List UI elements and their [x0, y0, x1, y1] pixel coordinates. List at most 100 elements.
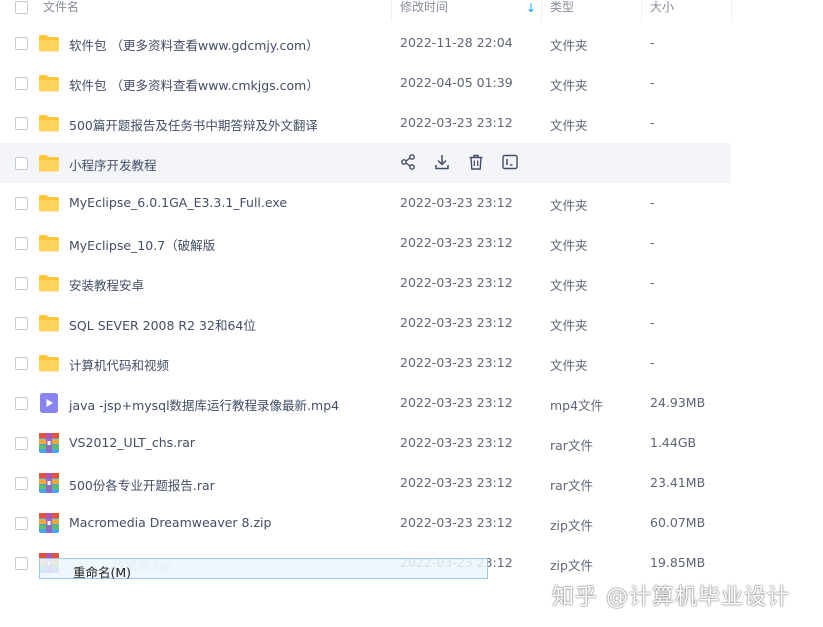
file-row[interactable]: 计算机代码和视频 2022-03-23 23:12 文件夹 -: [0, 343, 823, 383]
file-name[interactable]: 500篇开题报告及任务书中期答辩及外文翻译: [69, 115, 318, 134]
folder-icon: [39, 355, 59, 372]
modified-time: 2022-03-23 23:12: [400, 275, 513, 290]
file-row[interactable]: 500份各专业开题报告.rar 2022-03-23 23:12 rar文件 23.4…: [0, 463, 823, 503]
file-row[interactable]: 安装教程安卓 2022-03-23 23:12 文件夹 -: [0, 263, 823, 303]
row-checkbox[interactable]: [15, 477, 28, 490]
file-type: 文件夹: [550, 38, 588, 53]
file-size: 60.07MB: [650, 515, 706, 530]
select-all-checkbox[interactable]: [15, 1, 28, 14]
file-list-header: 文件名 修改时间 ↓ 类型 大小: [0, 0, 823, 22]
row-checkbox[interactable]: [15, 557, 28, 570]
column-divider: [641, 0, 642, 22]
file-row[interactable]: 500篇开题报告及任务书中期答辩及外文翻译 2022-03-23 23:12 文件夹…: [0, 103, 823, 143]
file-row[interactable]: VS2012_ULT_chs.rar 2022-03-23 23:12 rar文件 1…: [0, 423, 823, 463]
file-row[interactable]: 小程序开发教程: [0, 143, 731, 183]
modified-time: 2022-03-23 23:12: [400, 395, 513, 410]
row-checkbox[interactable]: [15, 157, 28, 170]
file-type: rar文件: [550, 478, 593, 493]
folder-icon: [39, 155, 59, 172]
file-name[interactable]: 计算机代码和视频: [69, 355, 169, 374]
file-name[interactable]: Macromedia Dreamweaver 8.zip: [69, 515, 271, 530]
file-size: 19.85MB: [650, 555, 706, 570]
file-row[interactable]: SQL SEVER 2008 R2 32和64位 2022-03-23 23:12…: [0, 303, 823, 343]
row-checkbox[interactable]: [15, 117, 28, 130]
folder-icon: [39, 35, 59, 52]
row-checkbox[interactable]: [15, 397, 28, 410]
row-checkbox[interactable]: [15, 237, 28, 250]
modified-time: 2022-03-23 23:12: [400, 355, 513, 370]
row-checkbox[interactable]: [15, 517, 28, 530]
file-row[interactable]: MyEclipse_6.0.1GA_E3.3.1_Full.exe 2022-03…: [0, 183, 823, 223]
archive-icon: [39, 433, 59, 453]
file-type: 文件夹: [550, 118, 588, 133]
file-size: -: [650, 235, 655, 250]
file-row[interactable]: MyEclipse_10.7（破解版 2022-03-23 23:12 文件夹 -: [0, 223, 823, 263]
file-name[interactable]: 安装教程安卓: [69, 275, 144, 294]
file-name[interactable]: SQL SEVER 2008 R2 32和64位: [69, 315, 256, 334]
row-checkbox[interactable]: [15, 77, 28, 90]
modified-time: 2022-03-23 23:12: [400, 115, 513, 130]
file-type: zip文件: [550, 558, 593, 573]
modified-time: 2022-03-23 23:12: [400, 475, 513, 490]
file-row[interactable]: java -jsp+mysql数据库运行教程录像最新.mp4 2022-03-23…: [0, 383, 823, 423]
file-size: 24.93MB: [650, 395, 706, 410]
modified-time: 2022-03-23 23:12: [400, 515, 513, 530]
modified-time: 2022-03-23 23:12: [400, 195, 513, 210]
rename-icon[interactable]: [501, 153, 519, 171]
file-size: -: [650, 275, 655, 290]
file-name[interactable]: 软件包 （更多资料查看www.gdcmjy.com）: [69, 35, 319, 54]
modified-time: 2022-03-23 23:12: [400, 435, 513, 450]
modified-time: 2022-03-23 23:12: [400, 235, 513, 250]
row-actions: [399, 153, 519, 171]
column-header-name[interactable]: 文件名: [43, 0, 79, 22]
file-size: -: [650, 75, 655, 90]
download-icon[interactable]: [433, 153, 451, 171]
delete-icon[interactable]: [467, 153, 485, 171]
file-type: 文件夹: [550, 78, 588, 93]
archive-icon: [39, 473, 59, 493]
file-name[interactable]: 小程序开发教程: [69, 155, 157, 174]
file-type: 文件夹: [550, 198, 588, 213]
file-name[interactable]: VS2012_ULT_chs.rar: [69, 435, 195, 450]
row-checkbox[interactable]: [15, 357, 28, 370]
share-icon[interactable]: [399, 153, 417, 171]
column-header-size[interactable]: 大小: [650, 0, 674, 22]
file-name[interactable]: MyEclipse_6.0.1GA_E3.3.1_Full.exe: [69, 195, 287, 210]
folder-icon: [39, 195, 59, 212]
file-type: 文件夹: [550, 358, 588, 373]
row-checkbox[interactable]: [15, 277, 28, 290]
folder-icon: [39, 235, 59, 252]
folder-icon: [39, 75, 59, 92]
row-checkbox[interactable]: [15, 317, 28, 330]
file-name[interactable]: MyEclipse_10.7（破解版: [69, 235, 215, 254]
archive-icon: [39, 513, 59, 533]
file-size: 1.44GB: [650, 435, 697, 450]
file-name[interactable]: 软件包 （更多资料查看www.cmkjgs.com）: [69, 75, 319, 94]
file-name[interactable]: java -jsp+mysql数据库运行教程录像最新.mp4: [69, 395, 339, 414]
file-type: 文件夹: [550, 238, 588, 253]
folder-icon: [39, 115, 59, 132]
file-row[interactable]: Macromedia Dreamweaver 8.zip 2022-03-23 2…: [0, 503, 823, 543]
row-checkbox[interactable]: [15, 37, 28, 50]
column-header-modified[interactable]: 修改时间: [400, 0, 448, 22]
column-header-type[interactable]: 类型: [550, 0, 574, 22]
row-checkbox[interactable]: [15, 197, 28, 210]
sort-desc-icon[interactable]: ↓: [526, 1, 536, 15]
context-menu-rename[interactable]: 重命名(M): [73, 562, 131, 581]
row-checkbox[interactable]: [15, 437, 28, 450]
modified-time: 2022-04-05 01:39: [400, 75, 513, 90]
file-type: 文件夹: [550, 318, 588, 333]
file-size: -: [650, 315, 655, 330]
video-file-icon: [40, 393, 58, 413]
file-size: -: [650, 355, 655, 370]
file-type: 文件夹: [550, 278, 588, 293]
column-divider: [391, 0, 392, 22]
modified-time: 2022-03-23 23:12: [400, 315, 513, 330]
file-size: -: [650, 195, 655, 210]
file-type: mp4文件: [550, 398, 604, 413]
file-row[interactable]: 软件包 （更多资料查看www.gdcmjy.com） 2022-11-28 22:…: [0, 23, 823, 63]
file-row[interactable]: 软件包 （更多资料查看www.cmkjgs.com） 2022-04-05 01:…: [0, 63, 823, 103]
file-name[interactable]: 500份各专业开题报告.rar: [69, 475, 215, 494]
file-type: rar文件: [550, 438, 593, 453]
file-type: zip文件: [550, 518, 593, 533]
